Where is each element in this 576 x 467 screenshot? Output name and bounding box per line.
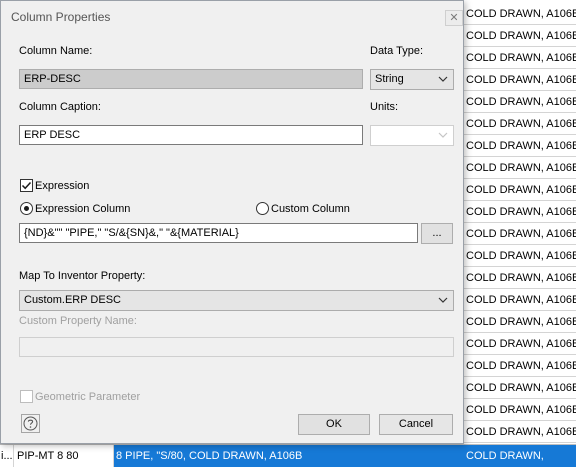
map-property-value: Custom.ERP DESC: [24, 294, 121, 306]
data-type-label: Data Type:: [370, 45, 423, 57]
units-label: Units:: [370, 101, 399, 113]
ok-button[interactable]: OK: [298, 414, 370, 435]
close-icon: ✕: [449, 12, 459, 24]
units-select[interactable]: [370, 125, 454, 146]
expression-checkbox[interactable]: [20, 179, 33, 192]
table-row[interactable]: COLD DRAWN, A106B: [462, 25, 576, 47]
help-button[interactable]: [21, 414, 40, 433]
table-row[interactable]: COLD DRAWN, A106B: [462, 245, 576, 267]
column-caption-label: Column Caption:: [19, 101, 101, 113]
table-row[interactable]: COLD DRAWN, A106B: [462, 3, 576, 25]
column-name-label: Column Name:: [19, 45, 93, 57]
map-property-select[interactable]: Custom.ERP DESC: [19, 290, 454, 311]
dialog-title: Column Properties: [11, 10, 111, 24]
cancel-button[interactable]: Cancel: [379, 414, 453, 435]
expression-field[interactable]: {ND}&"" "PIPE," "S/&{SN}&," "&{MATERIAL}: [19, 223, 418, 243]
data-type-select[interactable]: String: [370, 69, 454, 90]
browse-button[interactable]: ...: [421, 223, 453, 244]
table-row[interactable]: COLD DRAWN, A106B: [462, 399, 576, 421]
custom-column-radio[interactable]: [256, 202, 269, 215]
expression-column-radio[interactable]: [20, 202, 33, 215]
geometric-parameter-checkbox[interactable]: [20, 390, 33, 403]
table-row[interactable]: COLD DRAWN, A106B: [462, 311, 576, 333]
table-row[interactable]: COLD DRAWN, A106B: [462, 113, 576, 135]
radio-selected-dot: [24, 206, 29, 211]
close-button[interactable]: ✕: [445, 10, 463, 26]
chevron-down-icon: [438, 297, 448, 303]
table-row[interactable]: COLD DRAWN, A106B: [462, 421, 576, 443]
row-cell-type[interactable]: i...: [0, 445, 14, 467]
column-caption-field[interactable]: ERP DESC: [19, 125, 363, 145]
table-row[interactable]: COLD DRAWN, A106B: [462, 223, 576, 245]
table-row[interactable]: COLD DRAWN, A106B: [462, 201, 576, 223]
row-cell-erp-desc[interactable]: COLD DRAWN, A106B: [464, 445, 576, 467]
row-cell-part[interactable]: PIP-MT 8 80: [14, 445, 114, 467]
chevron-down-icon: [438, 76, 448, 82]
table-row[interactable]: COLD DRAWN, A106B: [462, 333, 576, 355]
expression-checkbox-label[interactable]: Expression: [35, 180, 89, 192]
chevron-down-icon: [438, 132, 448, 138]
custom-property-label: Custom Property Name:: [19, 315, 137, 327]
table-row[interactable]: COLD DRAWN, A106B: [462, 289, 576, 311]
dialog-titlebar[interactable]: Column Properties ✕: [1, 1, 463, 33]
table-row[interactable]: COLD DRAWN, A106B: [462, 91, 576, 113]
table-row[interactable]: COLD DRAWN, A106B: [462, 157, 576, 179]
column-properties-dialog: Column Properties ✕ Column Name: ERP-DES…: [0, 0, 464, 444]
column-name-field[interactable]: ERP-DESC: [19, 69, 363, 89]
expression-column-label[interactable]: Expression Column: [35, 203, 130, 215]
data-type-value: String: [375, 73, 404, 85]
table-row[interactable]: COLD DRAWN, A106B: [462, 69, 576, 91]
table-row[interactable]: COLD DRAWN, A106B: [462, 179, 576, 201]
table-row[interactable]: COLD DRAWN, A106B: [462, 135, 576, 157]
table-row[interactable]: COLD DRAWN, A106B: [462, 47, 576, 69]
checkmark-icon: [21, 181, 32, 190]
table-row[interactable]: COLD DRAWN, A106B: [462, 267, 576, 289]
help-icon: [23, 416, 38, 431]
row-cell-description[interactable]: 8 PIPE, "S/80, COLD DRAWN, A106B: [114, 445, 464, 467]
map-property-label: Map To Inventor Property:: [19, 270, 146, 282]
selected-table-row[interactable]: i... PIP-MT 8 80 8 PIPE, "S/80, COLD DRA…: [0, 444, 576, 467]
custom-column-label[interactable]: Custom Column: [271, 203, 350, 215]
custom-property-field[interactable]: [19, 337, 454, 357]
geometric-parameter-label[interactable]: Geometric Parameter: [35, 391, 140, 403]
table-row[interactable]: COLD DRAWN, A106B: [462, 355, 576, 377]
table-row[interactable]: COLD DRAWN, A106B: [462, 377, 576, 399]
